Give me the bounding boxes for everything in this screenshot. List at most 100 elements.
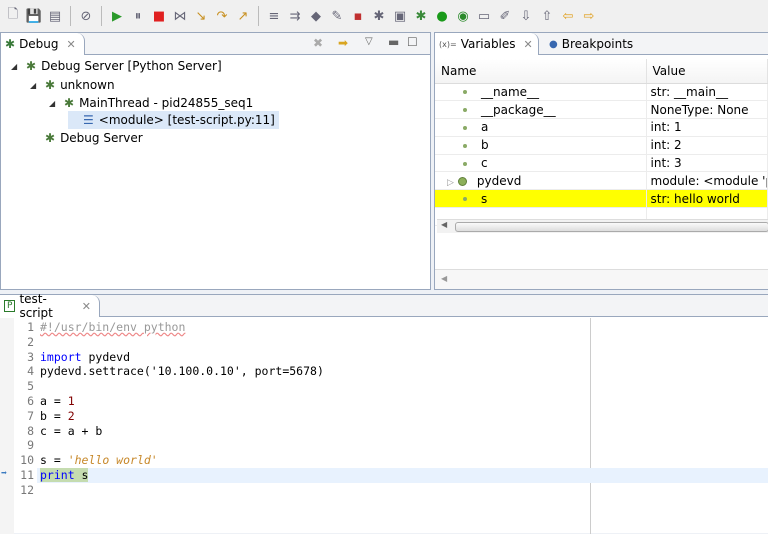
detail-scrollbar[interactable]: ◀ [435, 269, 768, 289]
variable-value: int: 3 [650, 156, 682, 171]
line-number: 1 [27, 320, 34, 334]
coverage-icon[interactable]: ◉ [454, 7, 472, 25]
variable-row[interactable]: c int: 3 [435, 154, 768, 173]
expand-down-icon[interactable]: ◢ [49, 99, 59, 108]
prev-annotation-icon[interactable]: ⇧ [538, 7, 556, 25]
save-all-icon[interactable]: ▤ [46, 7, 64, 25]
run-icon[interactable]: ● [433, 7, 451, 25]
python-icon[interactable]: ◆ [307, 7, 325, 25]
resume-icon[interactable]: ▶ [108, 7, 126, 25]
expand-down-icon[interactable]: ◢ [30, 81, 40, 90]
code-text: print s [40, 468, 89, 482]
variable-row[interactable]: ▷ pydevd module: <module 'pydevd' [435, 171, 768, 191]
back-icon[interactable]: ⇦ [559, 7, 577, 25]
debug-tree-item[interactable]: ◢ ✱ MainThread - pid24855_seq1 [49, 94, 253, 112]
code-line[interactable]: #!/usr/bin/env python [40, 320, 185, 335]
column-header-name[interactable]: Name [435, 59, 647, 84]
pydev-icon[interactable]: ✎ [328, 7, 346, 25]
code-text: c = a + b [40, 423, 103, 438]
tab-test-script[interactable]: P test-script ✕ [0, 292, 100, 320]
code-line[interactable]: b = 2 [40, 409, 75, 424]
toolbar-separator [101, 6, 102, 26]
line-number: 10 [20, 453, 34, 468]
line-number: 5 [27, 379, 34, 394]
debug-tree-item[interactable]: ◢ ✱ unknown [30, 76, 115, 94]
debug-tree-item[interactable]: ✱ Debug Server [30, 129, 143, 147]
line-number: 2 [27, 334, 34, 349]
debug-tree-item[interactable]: ☰ <module> [test-script.py:11] [68, 111, 279, 129]
variable-value: NoneType: None [650, 102, 749, 117]
variable-row[interactable]: b int: 2 [435, 136, 768, 155]
variable-row[interactable]: __package__ NoneType: None [435, 100, 768, 120]
code-line[interactable]: s = 'hello world' [40, 453, 158, 468]
variable-row[interactable]: __name__ str: __main__ [435, 83, 768, 102]
open-type-icon[interactable]: ▣ [391, 7, 409, 25]
stack-frame-icon: ☰ [83, 113, 94, 127]
tab-debug[interactable]: ✱ Debug ✕ [1, 33, 85, 55]
close-icon[interactable]: ✕ [524, 38, 533, 51]
debug-server-icon[interactable]: ✱ [370, 7, 388, 25]
step-return-icon[interactable]: ↗ [234, 7, 252, 25]
new-icon[interactable]: 🗋 [4, 7, 22, 25]
module-icon [457, 176, 467, 186]
tab-variables[interactable]: (x)= Variables ✕ [435, 33, 539, 55]
search-icon[interactable]: ✐ [496, 7, 514, 25]
open-file-icon[interactable]: ▭ [475, 7, 493, 25]
debug-server-icon: ✱ [26, 59, 37, 73]
variable-row[interactable]: s str: hello world [435, 189, 768, 209]
line-number: 3 [27, 349, 34, 364]
next-annotation-icon[interactable]: ⇩ [517, 7, 535, 25]
step-into-icon[interactable]: ↘ [192, 7, 210, 25]
process-icon: ✱ [45, 78, 56, 92]
line-number: 8 [27, 423, 34, 438]
code-text: b = 2 [40, 408, 75, 423]
code-line[interactable]: import pydevd [40, 350, 130, 365]
debug-icon[interactable]: ✱ [412, 7, 430, 25]
variable-icon [463, 90, 467, 95]
line-number: 7 [27, 408, 34, 423]
variable-row[interactable]: a int: 1 [435, 118, 768, 137]
use-step-filters-icon[interactable]: ⇉ [286, 7, 304, 25]
disconnect-icon[interactable]: ⋈ [171, 7, 189, 25]
variable-name: s [481, 191, 488, 206]
suspend-icon[interactable]: ⏸ [129, 7, 147, 25]
remove-terminated-icon[interactable]: ✖ [313, 36, 323, 50]
variable-icon [463, 161, 467, 166]
expand-right-icon[interactable]: ▷ [447, 178, 454, 188]
main-toolbar: 🗋 💾 ▤ ⊘ ▶ ⏸ ■ ⋈ ↘ ↷ ↗ ≡ ⇉ ◆ ✎ ▪ ✱ ▣ ✱ ● ◉ ▭ ✐ ⇩ ⇧ ⇦ ⇨ [0, 0, 768, 32]
tree-item-label: Debug Server [60, 131, 143, 145]
python-file-icon: P [4, 300, 16, 312]
code-line[interactable]: pydevd.settrace('10.100.0.10', port=5678… [40, 364, 324, 379]
variable-icon [463, 125, 467, 130]
variable-value: int: 1 [650, 120, 682, 135]
code-area[interactable]: 1 #!/usr/bin/env python 2 3 import pydevd 4 py… [0, 320, 768, 534]
column-header-value[interactable]: Value [646, 59, 768, 84]
editor: P test-script ✕ 1 #!/usr/bin/env python 2 3… [0, 292, 768, 534]
variables-view: (x)= Variables ✕ ● Breakpoints Name Valu… [434, 32, 768, 290]
variable-icon [463, 108, 467, 113]
line-number: 4 [27, 364, 34, 379]
debug-tree-item[interactable]: ◢ ✱ Debug Server [Python Server] [11, 57, 222, 75]
code-line[interactable]: c = a + b [40, 424, 102, 439]
tab-breakpoints[interactable]: ● Breakpoints [545, 33, 641, 55]
forward-icon[interactable]: ⇨ [580, 7, 598, 25]
step-arrow-icon[interactable]: ➡ [338, 36, 348, 50]
terminate-icon[interactable]: ■ [150, 7, 168, 25]
expand-down-icon[interactable]: ◢ [11, 62, 21, 71]
code-line[interactable]: print s [37, 468, 768, 483]
drop-to-frame-icon[interactable]: ≡ [265, 7, 283, 25]
line-number: 6 [27, 394, 34, 408]
minimize-icon[interactable]: ▬ [388, 35, 399, 49]
horizontal-scrollbar[interactable]: ◀ [437, 219, 768, 233]
code-line[interactable]: a = 1 [40, 394, 75, 409]
variables-table: Name Value __name__ str: __main__ __packag… [435, 59, 768, 226]
tree-item-label: Debug Server [Python Server] [41, 59, 222, 73]
breakpoint-icon[interactable]: ▪ [349, 7, 367, 25]
step-over-icon[interactable]: ↷ [213, 7, 231, 25]
view-menu-icon[interactable]: ▽ [365, 36, 373, 47]
close-icon[interactable]: ✕ [67, 38, 76, 51]
save-icon[interactable]: 💾 [25, 7, 43, 25]
close-icon[interactable]: ✕ [82, 300, 91, 313]
maximize-icon[interactable]: ☐ [407, 35, 418, 49]
skip-breakpoints-icon[interactable]: ⊘ [77, 7, 95, 25]
